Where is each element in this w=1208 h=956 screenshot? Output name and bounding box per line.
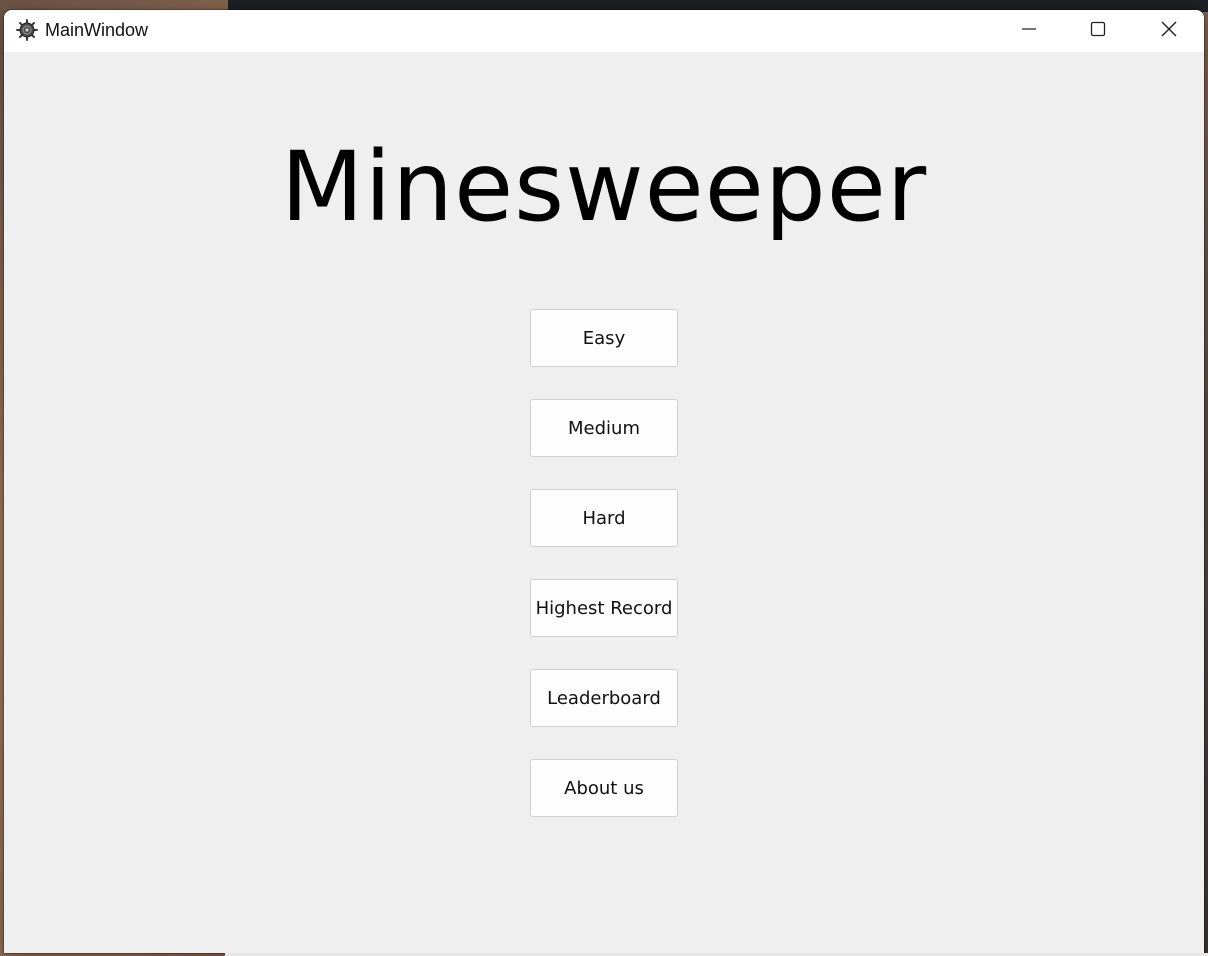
main-content: Minesweeper Easy Medium Hard Highest Rec… <box>4 52 1204 953</box>
window-title: MainWindow <box>45 20 149 40</box>
highest-record-button[interactable]: Highest Record <box>530 579 678 637</box>
leaderboard-button[interactable]: Leaderboard <box>530 669 678 727</box>
title-bar[interactable]: MainWindow <box>4 10 1204 52</box>
page-title: Minesweeper <box>280 131 928 243</box>
hard-button[interactable]: Hard <box>530 489 678 547</box>
main-window: MainWindow Minesweeper Easy Medium Hard … <box>4 10 1204 953</box>
close-icon <box>1160 20 1178 43</box>
mine-icon <box>16 19 38 41</box>
maximize-button[interactable] <box>1064 10 1132 52</box>
medium-button[interactable]: Medium <box>530 399 678 457</box>
easy-button[interactable]: Easy <box>530 309 678 367</box>
minimize-button[interactable] <box>995 10 1063 52</box>
about-us-button[interactable]: About us <box>530 759 678 817</box>
maximize-icon <box>1090 21 1106 42</box>
minimize-icon <box>1021 21 1037 42</box>
close-button[interactable] <box>1135 10 1203 52</box>
